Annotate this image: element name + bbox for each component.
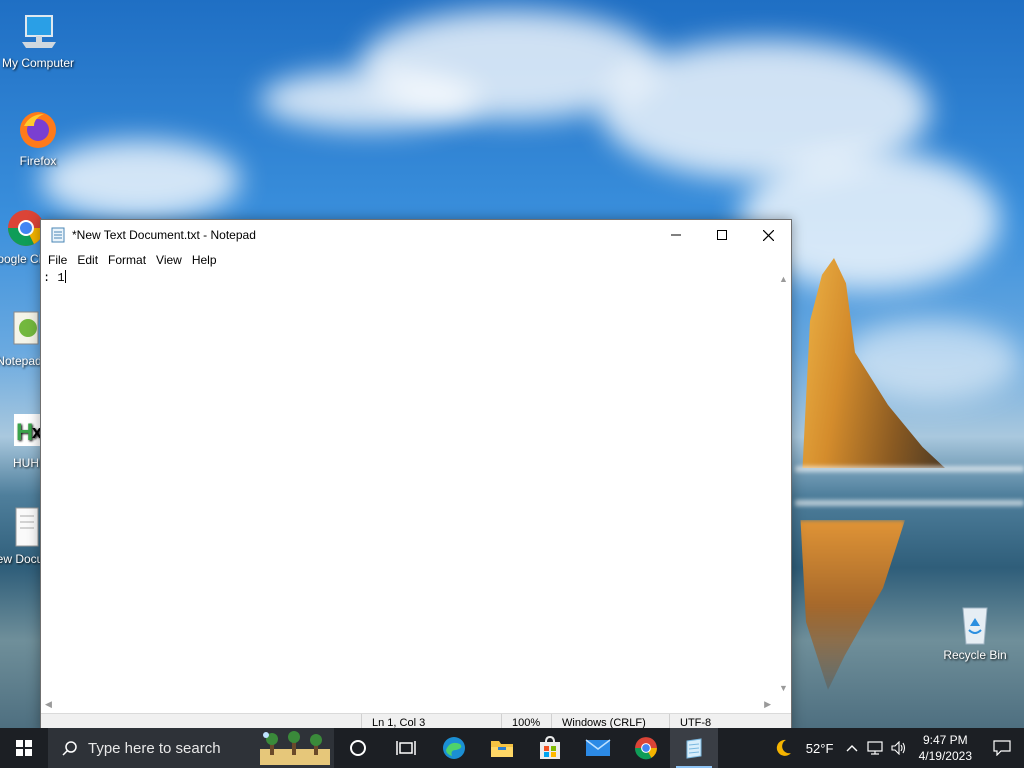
search-icon [62, 741, 77, 756]
store-icon [540, 736, 560, 759]
menu-bar: File Edit Format View Help [41, 250, 791, 270]
file-explorer-icon [491, 741, 513, 757]
weather-button[interactable] [767, 728, 799, 768]
notifications-button[interactable] [980, 728, 1024, 768]
notification-icon [993, 740, 1011, 756]
notepad-taskbar-button[interactable] [670, 728, 718, 768]
start-button[interactable] [0, 728, 48, 768]
text-editor[interactable]: : 1 [41, 270, 775, 697]
text-caret [64, 270, 66, 283]
notepad-icon [686, 738, 702, 759]
edge-button[interactable] [430, 728, 478, 768]
clock-date: 4/19/2023 [918, 749, 972, 763]
chrome-icon [635, 737, 657, 760]
editor-text: : 1 [43, 271, 65, 285]
network-button[interactable] [863, 728, 887, 768]
clock-time: 9:47 PM [922, 733, 968, 747]
scroll-up-icon[interactable]: ▲ [779, 274, 788, 284]
cortana-button[interactable] [334, 728, 382, 768]
volume-button[interactable] [887, 728, 911, 768]
firefox-icon [20, 112, 56, 148]
search-highlight-icon [260, 731, 330, 765]
desktop-icon-firefox[interactable]: Firefox [0, 108, 76, 168]
taskbar: Type here to search 52°F 9:47 PM 4/19/20… [0, 728, 1024, 768]
menu-view[interactable]: View [151, 253, 187, 267]
menu-edit[interactable]: Edit [72, 253, 103, 267]
close-icon [762, 229, 774, 241]
minimize-icon [671, 234, 681, 236]
scroll-down-icon[interactable]: ▼ [779, 683, 788, 693]
notepad-window[interactable]: *New Text Document.txt - Notepad File Ed… [40, 219, 792, 733]
desktop-icon-recycle-bin[interactable]: Recycle Bin [937, 602, 1013, 662]
speaker-icon [891, 741, 905, 755]
scroll-right-icon[interactable]: ▶ [764, 699, 771, 710]
moon-icon [776, 739, 791, 756]
scroll-left-icon[interactable]: ◀ [45, 699, 52, 710]
mail-icon [585, 739, 611, 756]
weather-temperature[interactable]: 52°F [799, 728, 841, 768]
maximize-icon [717, 230, 727, 240]
window-title: *New Text Document.txt - Notepad [72, 228, 256, 242]
desktop-icon-my-computer[interactable]: My Computer [0, 10, 76, 70]
computer-icon [22, 15, 56, 48]
search-box[interactable]: Type here to search [48, 728, 334, 768]
maximize-button[interactable] [699, 220, 745, 250]
close-button[interactable] [745, 220, 791, 250]
desktop-icon-label: Firefox [19, 154, 57, 168]
windows-icon [16, 740, 32, 756]
notepad-icon [51, 227, 65, 243]
svg-text:H: H [16, 419, 33, 446]
wave [795, 500, 1024, 506]
recycle-bin-icon [962, 607, 988, 645]
edge-icon [443, 737, 465, 759]
horizontal-scrollbar[interactable]: ◀ ▶ [41, 697, 775, 713]
file-explorer-button[interactable] [478, 728, 526, 768]
network-icon [867, 741, 883, 755]
cloud [260, 70, 480, 130]
mail-button[interactable] [574, 728, 622, 768]
menu-file[interactable]: File [43, 253, 72, 267]
task-view-icon [396, 741, 416, 755]
search-placeholder: Type here to search [88, 739, 221, 757]
chrome-taskbar-button[interactable] [622, 728, 670, 768]
desktop-icon-label: Recycle Bin [943, 648, 1007, 662]
chevron-up-icon [846, 745, 858, 752]
show-hidden-icons-button[interactable] [841, 728, 863, 768]
rock-reflection [800, 520, 905, 690]
title-bar[interactable]: *New Text Document.txt - Notepad [41, 220, 791, 250]
desktop-icon-label: My Computer [1, 56, 75, 70]
clock[interactable]: 9:47 PM 4/19/2023 [911, 728, 980, 768]
minimize-button[interactable] [653, 220, 699, 250]
store-button[interactable] [526, 728, 574, 768]
wave [795, 466, 1024, 472]
menu-format[interactable]: Format [103, 253, 151, 267]
vertical-scrollbar[interactable]: ▲ ▼ [775, 270, 791, 697]
menu-help[interactable]: Help [187, 253, 222, 267]
system-tray: 52°F 9:47 PM 4/19/2023 [767, 728, 1024, 768]
task-view-button[interactable] [382, 728, 430, 768]
cortana-icon [350, 740, 366, 756]
